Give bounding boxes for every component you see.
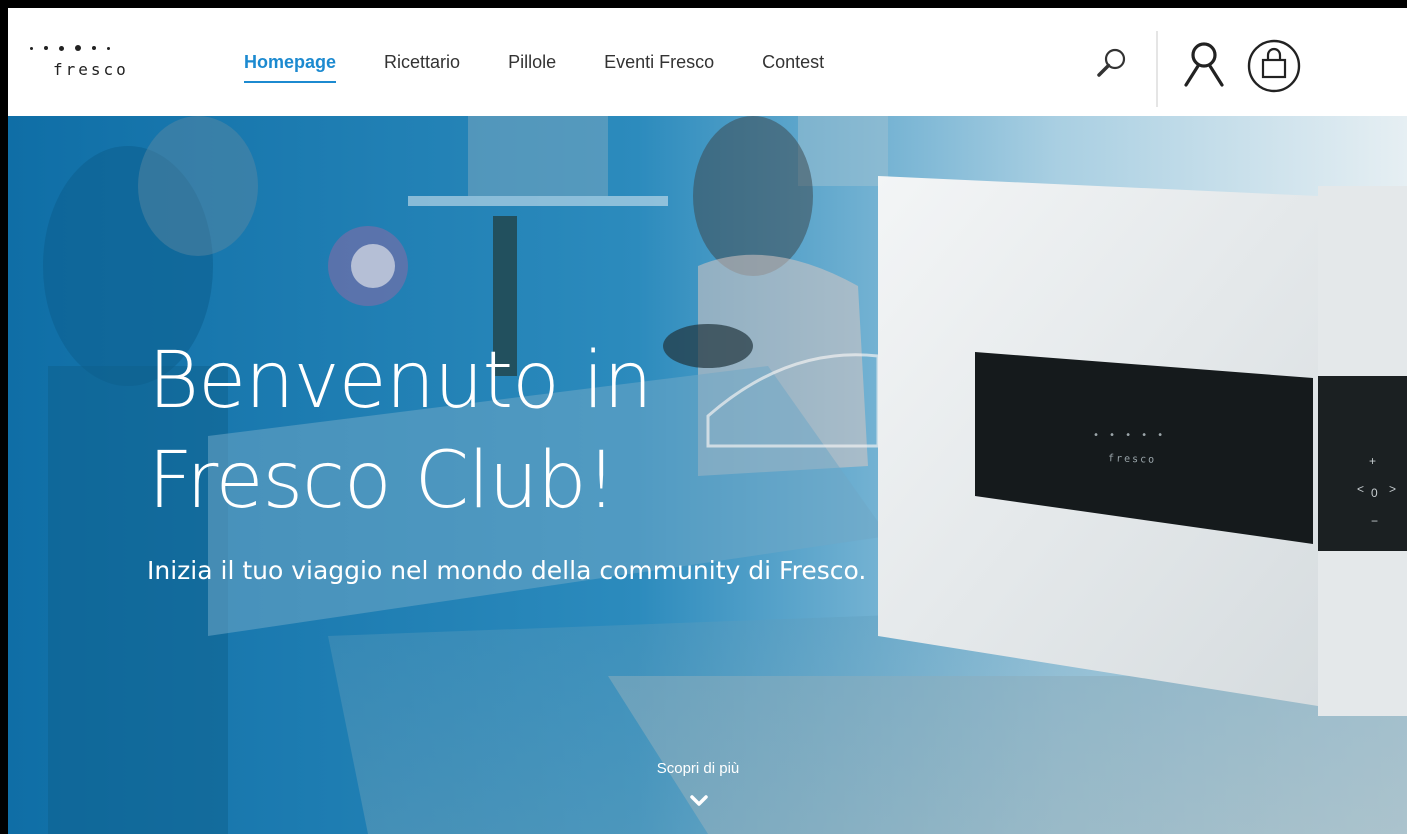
nav-item-contest[interactable]: Contest — [762, 52, 824, 83]
device-control-zero: 0 — [1371, 486, 1378, 500]
logo-wordmark: fresco — [53, 60, 129, 79]
search-icon[interactable] — [1094, 45, 1130, 86]
header-divider — [1156, 31, 1158, 107]
device-control-plus: + — [1369, 454, 1377, 468]
hero-title: Benvenuto in Fresco Club! — [148, 331, 653, 531]
device-control-left: < — [1357, 482, 1365, 496]
nav-item-pillole[interactable]: Pillole — [508, 52, 556, 83]
brand-logo[interactable]: fresco — [30, 41, 160, 91]
nav-item-ricettario[interactable]: Ricettario — [384, 52, 460, 83]
logo-dots — [30, 41, 110, 55]
hero-title-line1: Benvenuto in — [148, 336, 653, 426]
main-nav: Homepage Ricettario Pillole Eventi Fresc… — [244, 52, 872, 83]
hero-banner: • • • • • fresco + < 0 > − Benvenuto in … — [8, 116, 1407, 834]
site-header: fresco Homepage Ricettario Pillole Event… — [8, 8, 1407, 116]
device-control-right: > — [1389, 482, 1397, 496]
hero-title-line2: Fresco Club! — [148, 436, 617, 526]
nav-item-eventi-fresco[interactable]: Eventi Fresco — [604, 52, 714, 83]
scroll-cta-label[interactable]: Scopri di più — [608, 760, 788, 777]
device-brand-label: fresco — [1107, 453, 1157, 466]
svg-text:• • • • •: • • • • • — [1093, 430, 1165, 441]
browser-frame: fresco Homepage Ricettario Pillole Event… — [0, 0, 1407, 834]
chevron-down-icon[interactable] — [689, 794, 709, 813]
nav-item-homepage[interactable]: Homepage — [244, 52, 337, 83]
hero-subtitle: Inizia il tuo viaggio nel mondo della co… — [147, 556, 867, 585]
user-icon[interactable] — [1182, 41, 1226, 92]
device-control-minus: − — [1371, 514, 1379, 528]
shopping-bag-icon[interactable] — [1246, 38, 1302, 99]
